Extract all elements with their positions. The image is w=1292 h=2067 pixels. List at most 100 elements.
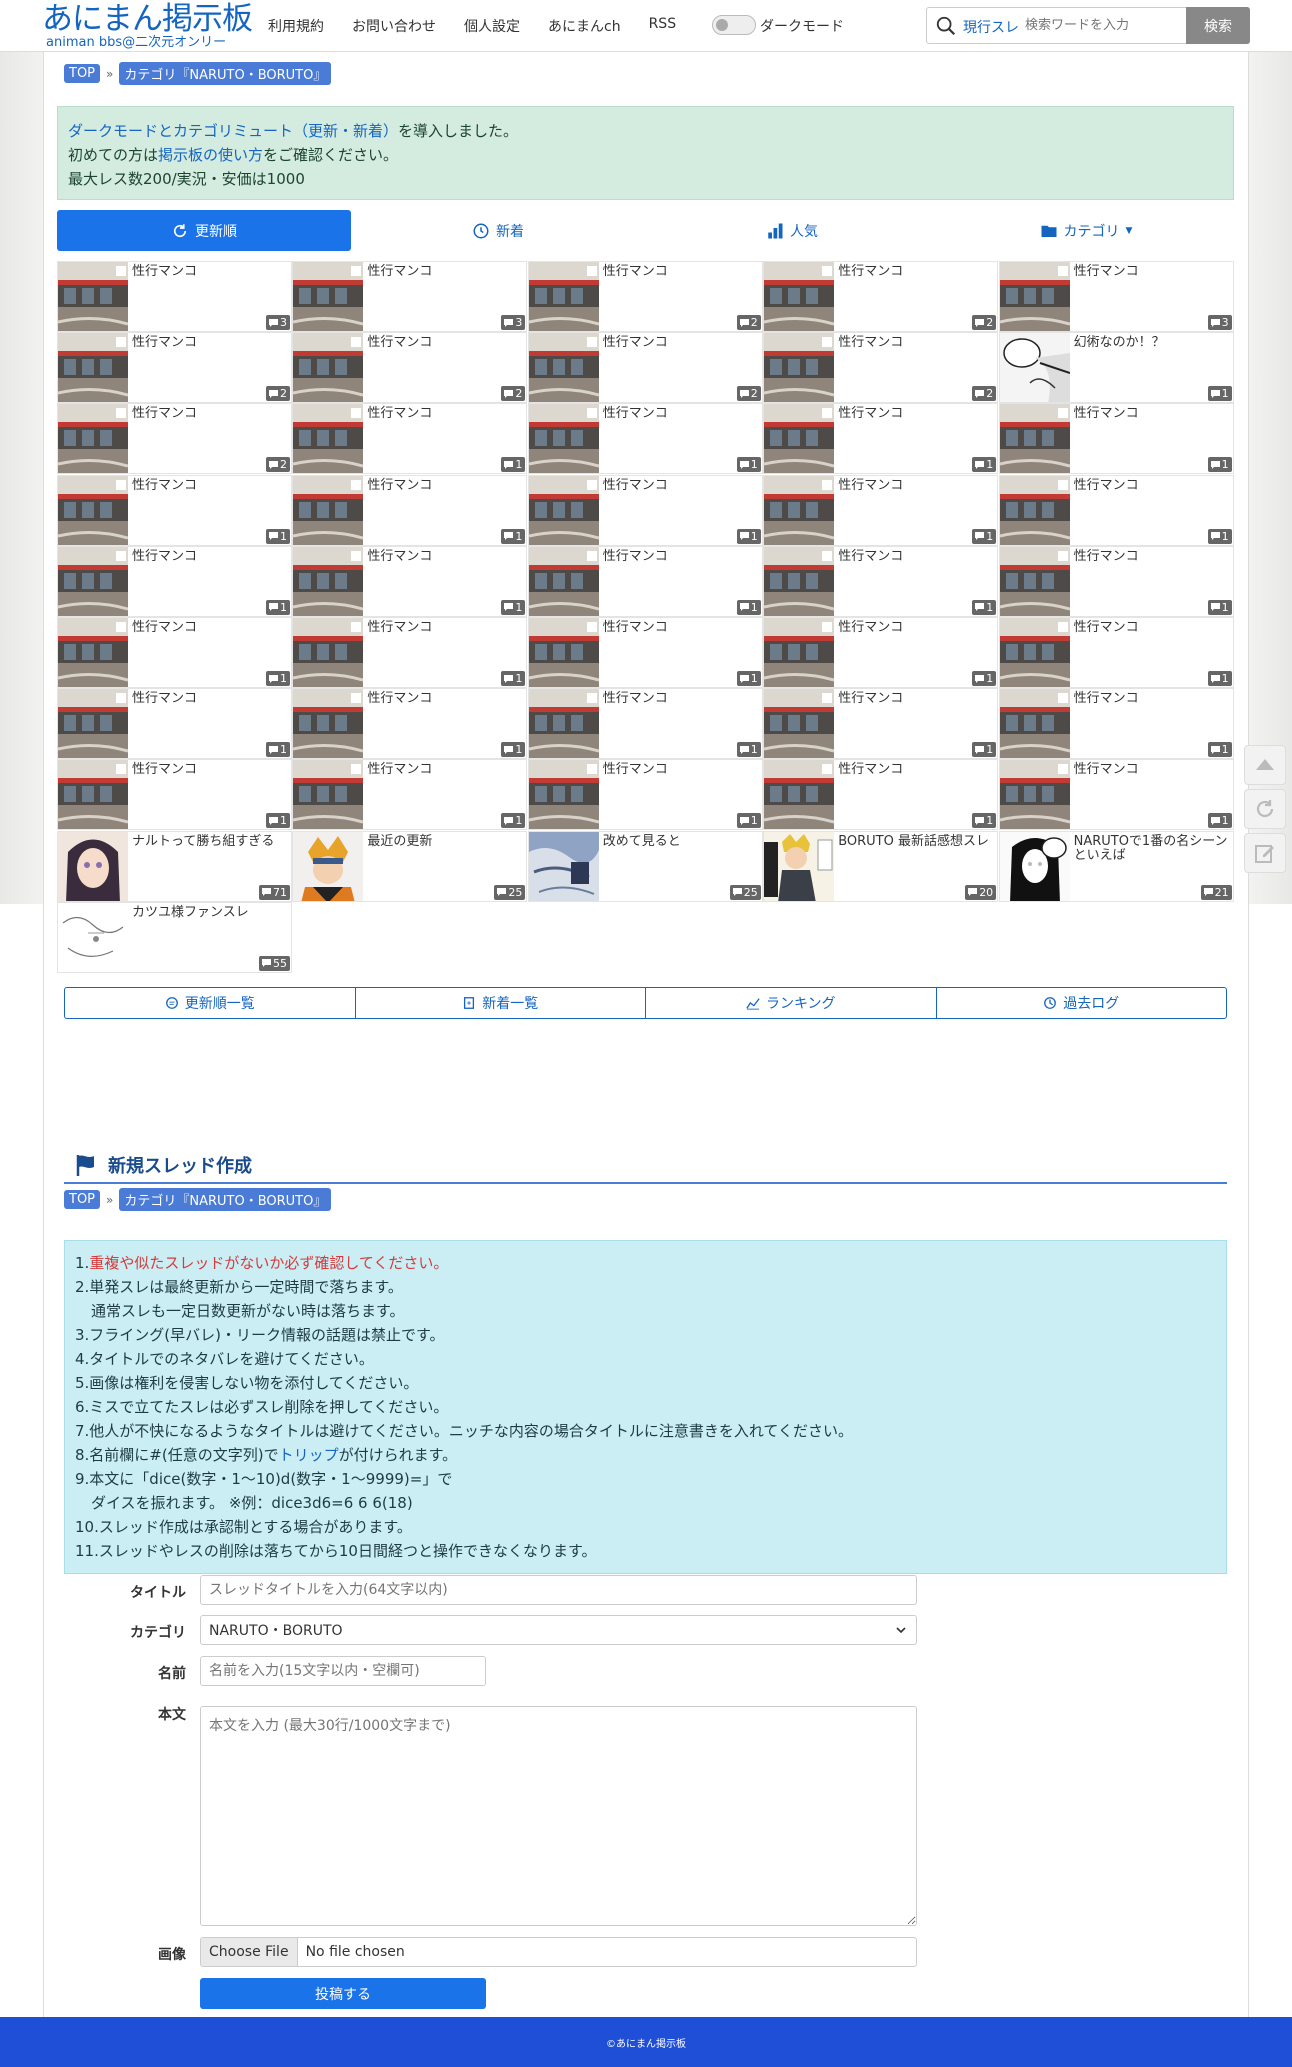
- thread-card[interactable]: 性行マンコ 1: [527, 617, 763, 688]
- thread-card[interactable]: 性行マンコ 1: [763, 545, 999, 617]
- thread-card[interactable]: 性行マンコ 1: [527, 688, 763, 760]
- thread-title: 性行マンコ: [367, 406, 433, 422]
- thread-card[interactable]: 性行マンコ 1: [998, 759, 1234, 831]
- title-input[interactable]: [200, 1575, 917, 1605]
- thread-card[interactable]: カツユ様ファンスレ 55: [57, 901, 292, 973]
- thread-card[interactable]: 性行マンコ 1: [998, 545, 1234, 617]
- thread-card[interactable]: 性行マンコ 1: [292, 759, 528, 831]
- thread-card[interactable]: 性行マンコ 1: [998, 688, 1234, 760]
- thread-card[interactable]: 性行マンコ 1: [292, 617, 528, 688]
- thread-card[interactable]: 性行マンコ 1: [998, 474, 1234, 546]
- thread-card[interactable]: 幻術なのか！？ 1: [998, 332, 1234, 404]
- thread-card[interactable]: 性行マンコ 1: [763, 474, 999, 546]
- image-file-input[interactable]: Choose File No file chosen: [200, 1937, 917, 1967]
- thread-card[interactable]: 性行マンコ 1: [292, 474, 528, 546]
- compose-button[interactable]: [1244, 833, 1286, 873]
- thread-title: 性行マンコ: [367, 335, 433, 351]
- thread-card[interactable]: 性行マンコ 1: [57, 474, 292, 546]
- thread-card[interactable]: 性行マンコ 3: [292, 261, 528, 332]
- tab-category[interactable]: カテゴリ ▼: [939, 210, 1233, 251]
- body-textarea[interactable]: [200, 1706, 917, 1926]
- ranking-link[interactable]: ランキング: [646, 988, 937, 1018]
- thread-card[interactable]: 性行マンコ 1: [57, 617, 292, 688]
- thread-card[interactable]: 性行マンコ 1: [763, 617, 999, 688]
- search-scope-select[interactable]: 現行スレ: [963, 17, 1019, 37]
- breadcrumb-top-link[interactable]: TOP: [64, 1190, 101, 1209]
- howto-link[interactable]: 掲示板の使い方: [158, 146, 263, 164]
- thread-card[interactable]: 性行マンコ 1: [998, 617, 1234, 688]
- thread-card[interactable]: 性行マンコ 1: [292, 403, 528, 475]
- trip-link[interactable]: トリップ: [279, 1446, 339, 1464]
- thread-card[interactable]: 性行マンコ 3: [57, 261, 292, 332]
- tab-popular[interactable]: 人気: [645, 210, 939, 251]
- nav-animanch-link[interactable]: あにまんch: [548, 16, 621, 36]
- reply-count-badge: 1: [972, 528, 997, 544]
- comment-icon: [739, 532, 749, 541]
- breadcrumb-category-link[interactable]: カテゴリ『NARUTO・BORUTO』: [119, 1188, 332, 1211]
- thread-card[interactable]: 性行マンコ 1: [57, 545, 292, 617]
- thread-card[interactable]: 性行マンコ 2: [763, 261, 999, 332]
- nav-settings-link[interactable]: 個人設定: [464, 16, 520, 36]
- new-thread-heading: 新規スレッド作成: [64, 1148, 1227, 1184]
- search-input[interactable]: [1025, 12, 1175, 39]
- thread-card[interactable]: 性行マンコ 1: [763, 759, 999, 831]
- thread-card[interactable]: 最近の更新 25: [292, 830, 528, 902]
- search-button[interactable]: 検索: [1186, 7, 1250, 44]
- reply-count: 1: [280, 600, 287, 614]
- submit-button[interactable]: 投稿する: [200, 1978, 486, 2009]
- thread-card[interactable]: 性行マンコ 1: [763, 688, 999, 760]
- thread-card[interactable]: 改めて見ると 25: [527, 830, 763, 902]
- choose-file-button[interactable]: Choose File: [201, 1938, 298, 1966]
- site-logo[interactable]: あにまん掲示板 animan bbs@二次元オンリー: [42, 2, 253, 50]
- reload-button[interactable]: [1244, 789, 1286, 829]
- thread-card[interactable]: NARUTOで1番の名シーンといえば 21: [998, 830, 1234, 902]
- thread-card[interactable]: 性行マンコ 1: [763, 403, 999, 475]
- dark-mode-toggle[interactable]: [712, 15, 756, 35]
- new-list-link[interactable]: 新着一覧: [356, 988, 646, 1018]
- thread-card[interactable]: 性行マンコ 1: [998, 403, 1234, 475]
- dark-mode-announcement-link[interactable]: ダークモードとカテゴリミュート（更新・新着）: [68, 122, 398, 140]
- thread-card[interactable]: 性行マンコ 1: [527, 474, 763, 546]
- reply-count: 25: [508, 885, 523, 899]
- section-title: 新規スレッド作成: [108, 1156, 252, 1177]
- breadcrumb-top-link[interactable]: TOP: [64, 64, 101, 83]
- posting-rules: 1.重複や似たスレッドがないか必ず確認してください。 2.単発スレは最終更新から…: [64, 1240, 1227, 1574]
- thread-card[interactable]: ナルトって勝ち組すぎる 71: [57, 830, 292, 902]
- thread-card[interactable]: 性行マンコ 1: [527, 759, 763, 831]
- thread-card[interactable]: 性行マンコ 3: [998, 261, 1234, 332]
- thread-card[interactable]: 性行マンコ 2: [527, 332, 763, 404]
- thread-card[interactable]: 性行マンコ 2: [57, 403, 292, 475]
- thread-card[interactable]: BORUTO 最新話感想スレ 20: [763, 830, 999, 902]
- category-select[interactable]: NARUTO・BORUTO: [200, 1615, 917, 1645]
- thread-card[interactable]: 性行マンコ 2: [763, 332, 999, 404]
- rule-text: 2.単発スレは最終更新から一定時間で落ちます。: [75, 1278, 403, 1296]
- name-input[interactable]: [200, 1656, 486, 1686]
- thread-card[interactable]: 性行マンコ 1: [292, 688, 528, 760]
- thread-card[interactable]: 性行マンコ 1: [57, 759, 292, 831]
- comment-icon: [975, 603, 985, 612]
- nav-terms-link[interactable]: 利用規約: [268, 16, 324, 36]
- thread-card[interactable]: 性行マンコ 1: [292, 545, 528, 617]
- breadcrumb-category-link[interactable]: カテゴリ『NARUTO・BORUTO』: [119, 62, 332, 85]
- reply-count-badge: 25: [494, 884, 526, 900]
- thread-card[interactable]: 性行マンコ 2: [57, 332, 292, 404]
- thread-card[interactable]: 性行マンコ 2: [527, 261, 763, 332]
- thread-card[interactable]: 性行マンコ 2: [292, 332, 528, 404]
- nav-contact-link[interactable]: お問い合わせ: [352, 16, 436, 36]
- nav-rss-link[interactable]: RSS: [649, 16, 677, 36]
- reply-count: 55: [273, 956, 287, 970]
- thread-card[interactable]: 性行マンコ 1: [527, 545, 763, 617]
- thread-thumbnail: [58, 902, 128, 972]
- update-list-link[interactable]: 更新順一覧: [65, 988, 356, 1018]
- thread-card[interactable]: 性行マンコ 1: [527, 403, 763, 475]
- reply-count-badge: 1: [266, 742, 290, 758]
- tab-update-order[interactable]: 更新順: [57, 210, 351, 251]
- thread-title: 性行マンコ: [367, 477, 433, 493]
- reply-count: 1: [750, 672, 758, 685]
- tab-new[interactable]: 新着: [351, 210, 645, 251]
- thread-card[interactable]: 性行マンコ 1: [57, 688, 292, 760]
- thread-thumbnail: [58, 404, 128, 474]
- archive-link[interactable]: 過去ログ: [937, 988, 1227, 1018]
- scroll-top-button[interactable]: [1244, 745, 1286, 785]
- reply-count-badge: 1: [501, 671, 526, 686]
